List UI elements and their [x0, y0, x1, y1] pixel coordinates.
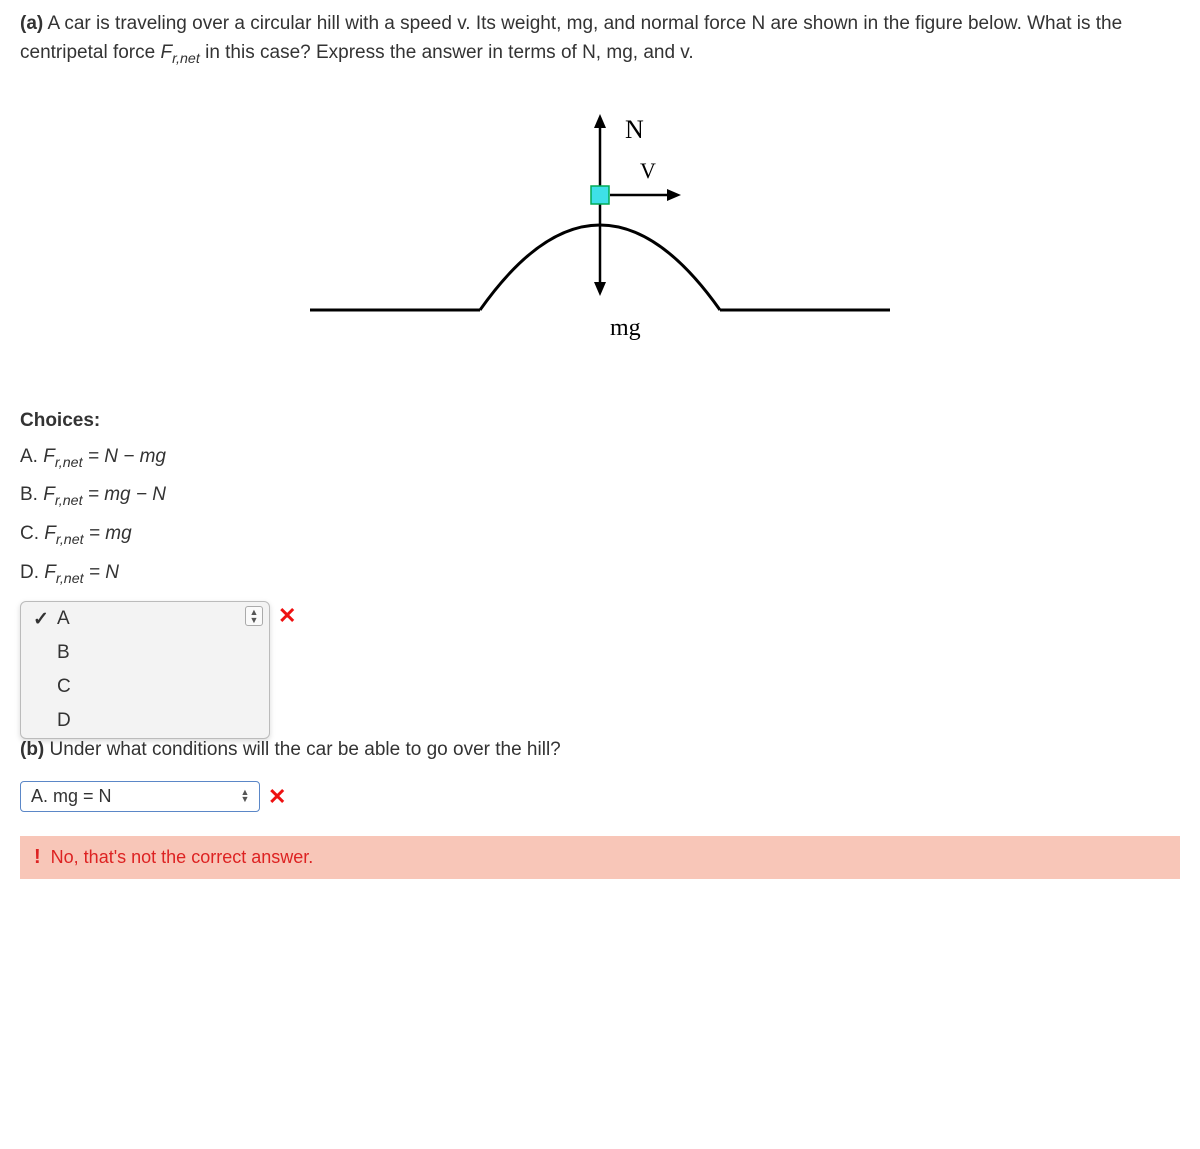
- answer-a-dropdown[interactable]: ▲ ▼ A B C D: [20, 601, 270, 739]
- force-symbol: F: [160, 42, 172, 63]
- dropdown-option-a[interactable]: A: [21, 602, 269, 636]
- figure-label-mg: mg: [610, 315, 641, 341]
- choice-c: C. Fr,net = mg: [20, 523, 1180, 548]
- choice-a: A. Fr,net = N − mg: [20, 446, 1180, 471]
- part-a-label: (a): [20, 13, 43, 34]
- dropdown-option-b[interactable]: B: [21, 636, 269, 670]
- hill-diagram: N V mg: [290, 100, 910, 360]
- figure-label-n: N: [625, 115, 644, 144]
- part-b-label: (b): [20, 739, 44, 760]
- chevron-down-icon: ▼: [241, 796, 250, 803]
- part-a-text2: in this case? Express the answer in term…: [200, 42, 694, 63]
- choice-b: B. Fr,net = mg − N: [20, 484, 1180, 509]
- part-b-question: (b) Under what conditions will the car b…: [20, 739, 1180, 761]
- figure-label-v: V: [640, 158, 656, 183]
- part-a-question: (a) A car is traveling over a circular h…: [20, 10, 1180, 70]
- wrong-icon: ✕: [268, 784, 286, 810]
- force-symbol-sub: r,net: [172, 50, 200, 66]
- choice-d: D. Fr,net = N: [20, 562, 1180, 587]
- feedback-message: ! No, that's not the correct answer.: [20, 836, 1180, 879]
- figure-hill: N V mg: [20, 100, 1180, 360]
- dropdown-option-c[interactable]: C: [21, 670, 269, 704]
- select-b-value: A. mg = N: [31, 786, 112, 807]
- stepper-icon[interactable]: ▲ ▼: [237, 789, 253, 803]
- wrong-icon: ✕: [278, 603, 296, 629]
- feedback-text: No, that's not the correct answer.: [51, 847, 314, 868]
- choices-header: Choices:: [20, 410, 1180, 432]
- dropdown-option-d[interactable]: D: [21, 704, 269, 738]
- part-b-text: Under what conditions will the car be ab…: [44, 739, 560, 760]
- exclamation-icon: !: [34, 846, 41, 869]
- answer-b-select[interactable]: A. mg = N ▲ ▼: [20, 781, 260, 812]
